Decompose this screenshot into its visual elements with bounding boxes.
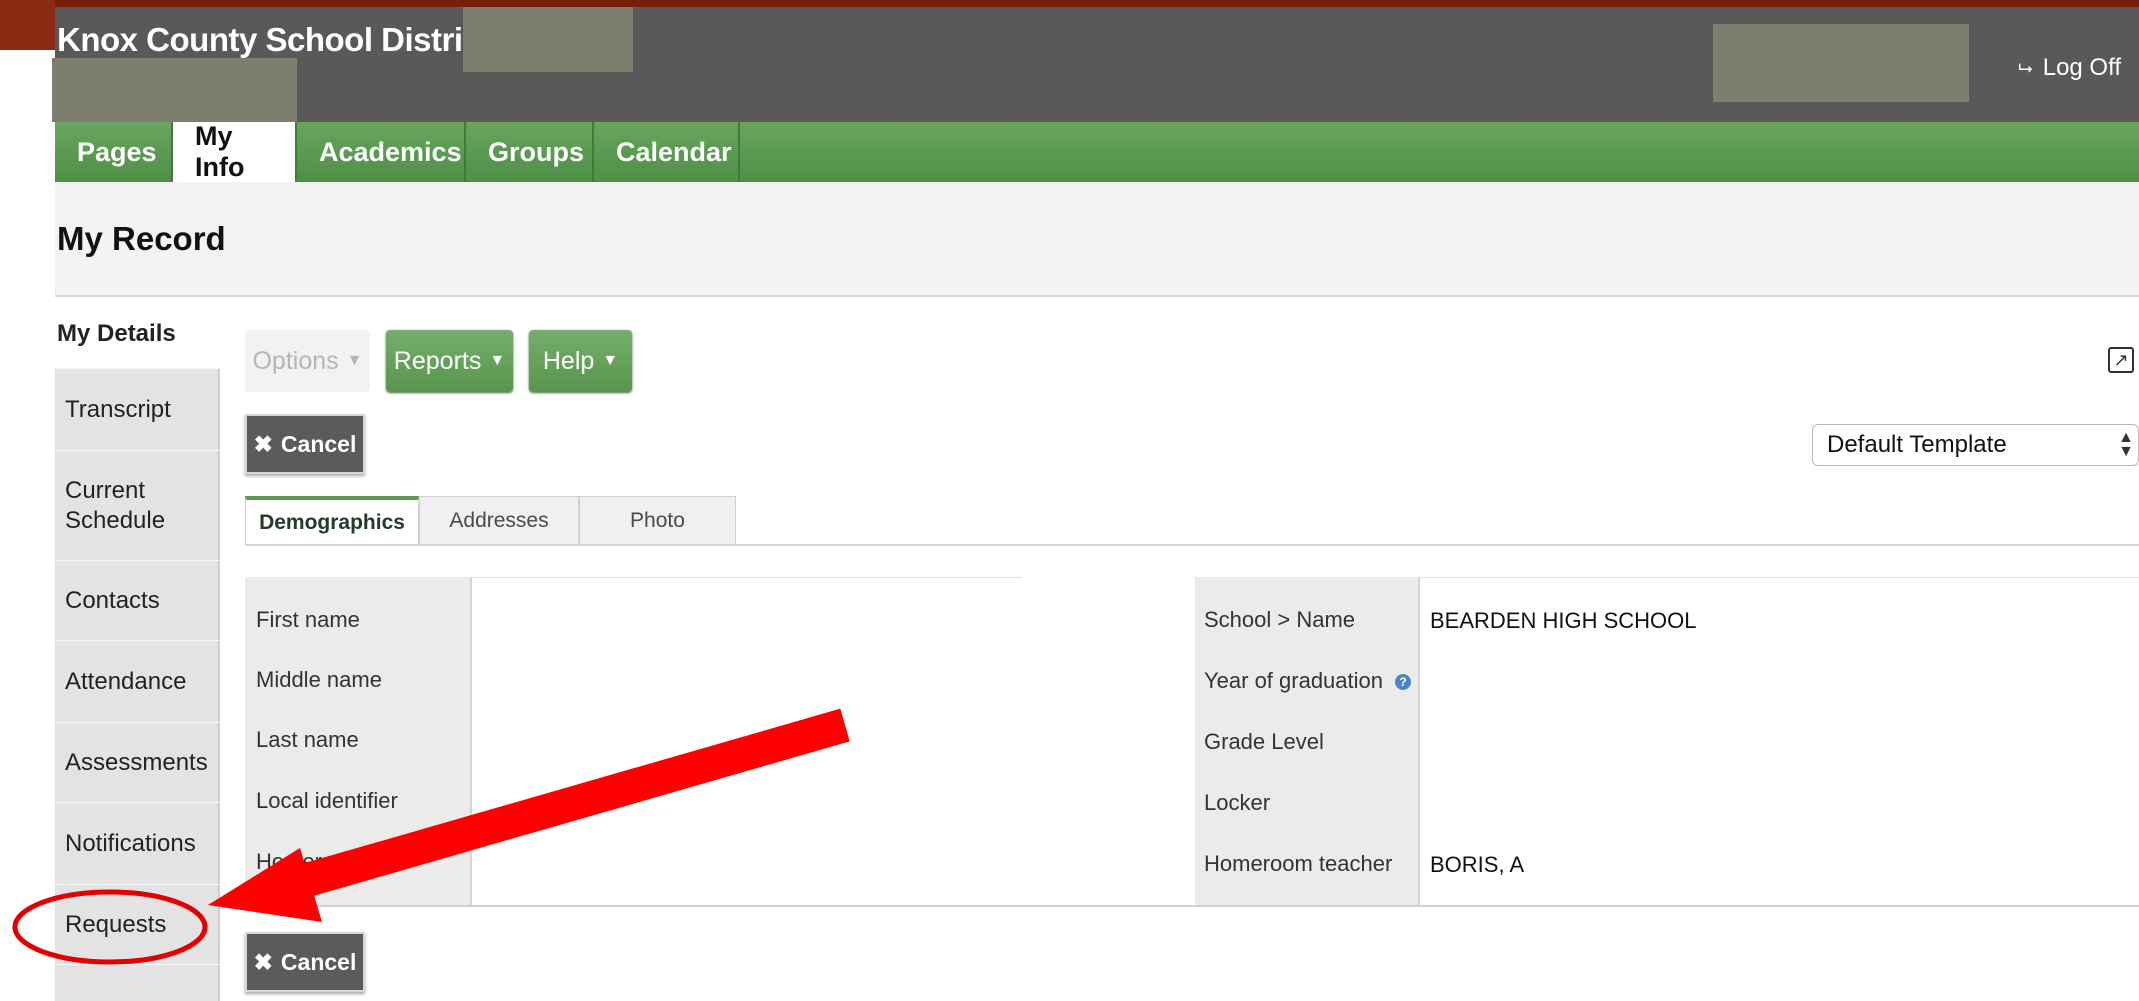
side-item-contacts[interactable]: Contacts	[55, 561, 220, 641]
record-subtabs: Demographics Addresses Photo	[245, 496, 736, 545]
popout-icon[interactable]: ↗	[2108, 347, 2134, 373]
org-title: Knox County School District	[57, 21, 491, 58]
subtab-addresses[interactable]: Addresses	[419, 496, 579, 545]
template-select[interactable]: Default Template ▲ ▼	[1812, 424, 2139, 466]
field-label-year-of-graduation-wrap: Year of graduation?	[1204, 668, 1411, 694]
subtab-divider	[245, 544, 2139, 546]
chevron-down-icon: ▼	[346, 352, 363, 369]
nav-tab-my-info[interactable]: My Info	[173, 121, 297, 182]
close-icon: ✖	[253, 430, 273, 457]
template-select-value: Default Template	[1827, 431, 2007, 458]
page-title: My Record	[57, 220, 226, 257]
field-label-school-name: School > Name	[1204, 607, 1356, 632]
cancel-label: Cancel	[280, 430, 357, 457]
side-item-assessments[interactable]: Assessments	[55, 723, 220, 803]
field-value-homeroom-teacher: BORIS, A	[1430, 852, 1525, 877]
help-button[interactable]: Help ▼	[529, 330, 632, 392]
subtab-demographics[interactable]: Demographics	[245, 496, 419, 545]
field-label-locker: Locker	[1204, 790, 1271, 815]
cancel-label: Cancel	[280, 948, 357, 975]
chevron-down-icon: ▼	[489, 352, 506, 369]
cancel-button-bottom[interactable]: ✖ Cancel	[245, 932, 365, 992]
side-item-transcript[interactable]: Transcript	[55, 369, 220, 451]
side-item-attendance[interactable]: Attendance	[55, 641, 220, 723]
redacted-block	[52, 58, 297, 122]
field-label-homeroom: Homeroom	[256, 849, 365, 874]
nav-tab-calendar[interactable]: Calendar	[594, 122, 740, 182]
logout-icon: ⮡	[2018, 57, 2033, 78]
logoff-link[interactable]: ⮡ Log Off	[2018, 54, 2121, 82]
field-label-last-name: Last name	[256, 727, 359, 752]
cancel-button-top[interactable]: ✖ Cancel	[245, 414, 365, 474]
options-button[interactable]: Options ▼	[245, 330, 370, 392]
logoff-label: Log Off	[2042, 54, 2121, 81]
nav-tab-pages[interactable]: Pages	[55, 122, 173, 182]
field-label-homeroom-teacher: Homeroom teacher	[1204, 851, 1393, 876]
chevron-down-icon: ▼	[602, 352, 619, 369]
field-label-first-name: First name	[256, 607, 360, 632]
side-item-notifications[interactable]: Notifications	[55, 803, 220, 885]
field-value-school-name: BEARDEN HIGH SCHOOL	[1430, 608, 1697, 633]
help-icon[interactable]: ?	[1395, 674, 1411, 690]
subtab-photo[interactable]: Photo	[579, 496, 736, 545]
field-label-local-identifier: Local identifier	[256, 788, 398, 813]
right-values-column: BEARDEN HIGH SCHOOL BORIS, A	[1420, 577, 2139, 907]
select-arrows-icon: ▲ ▼	[2118, 429, 2134, 460]
close-icon: ✖	[253, 948, 273, 975]
left-values-column	[472, 577, 1022, 907]
redacted-block	[463, 7, 633, 72]
side-item-requests[interactable]: Requests	[55, 885, 220, 965]
options-label: Options	[252, 346, 339, 375]
app-header: Knox County School District ⮡ Log Off	[52, 7, 2139, 122]
reports-button[interactable]: Reports ▼	[386, 330, 513, 392]
right-labels-column: School > Name Year of graduation? Grade …	[1195, 577, 1420, 907]
nav-tab-academics[interactable]: Academics	[297, 122, 466, 182]
field-label-year-of-graduation: Year of graduation	[1204, 668, 1383, 693]
left-labels-column: First name Middle name Last name Local i…	[245, 577, 472, 907]
record-bottom-divider	[245, 905, 2139, 907]
header-corner-accent	[0, 0, 55, 50]
field-label-grade-level: Grade Level	[1204, 729, 1324, 754]
top-accent-strip	[0, 0, 2139, 7]
screenshot-stage: Knox County School District ⮡ Log Off Pa…	[0, 0, 2139, 1001]
side-nav: My Details Transcript Current Schedule C…	[55, 299, 220, 1001]
help-label: Help	[542, 346, 595, 375]
nav-tab-groups[interactable]: Groups	[466, 122, 594, 182]
redacted-block	[1713, 24, 1969, 102]
field-label-middle-name: Middle name	[256, 667, 382, 692]
reports-label: Reports	[393, 346, 482, 375]
side-item-current-schedule[interactable]: Current Schedule	[55, 451, 220, 561]
side-item-my-details[interactable]: My Details	[55, 299, 220, 369]
main-nav: Pages My Info Academics Groups Calendar	[55, 121, 2139, 182]
page-title-bar: My Record	[55, 182, 2139, 297]
